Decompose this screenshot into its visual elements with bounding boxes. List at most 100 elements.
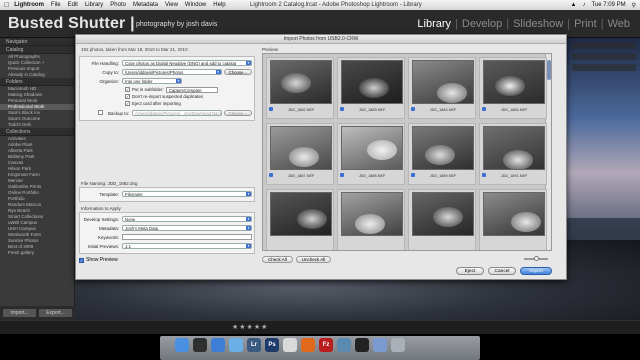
right-panel-row (572, 53, 636, 60)
backup-choose-button[interactable]: Choose... (223, 110, 252, 116)
chevron-down-icon: ▾ (246, 217, 251, 221)
menu-edit[interactable]: Edit (68, 2, 78, 8)
initial-previews-select[interactable]: ▾ 1:1 (122, 243, 252, 249)
preview-icon[interactable] (283, 338, 297, 352)
pet-photo-subject (503, 150, 533, 169)
copy-to-choose-button[interactable]: Choose... (223, 69, 252, 75)
dialog-title: Import Photos from USB2.0-CRW (76, 35, 566, 44)
volume-icon[interactable]: ♪ (582, 2, 585, 8)
photo-thumbnail (483, 126, 545, 170)
module-library[interactable]: Library (413, 18, 455, 30)
organize-label: Organize: (99, 78, 119, 84)
template-select[interactable]: ▾ Filename (122, 191, 252, 197)
filezilla-icon[interactable]: Fz (319, 338, 333, 352)
preview-thumbnail-cell[interactable]: JDD_1889.NEF (408, 123, 476, 185)
file-handling-value: Copy photos as Digital Negative (DNG) an… (125, 61, 237, 66)
cancel-button[interactable]: Cancel (488, 267, 516, 275)
preview-thumbnail-cell[interactable]: JDD_1882.NEF (266, 57, 334, 119)
app-icon[interactable] (373, 338, 387, 352)
export-button[interactable]: Export... (39, 309, 72, 317)
file-naming-label: File Naming: JDD_1882.dng (81, 181, 138, 186)
module-print[interactable]: Print (570, 18, 601, 30)
menu-file[interactable]: File (51, 2, 61, 8)
preview-thumbnail-cell[interactable]: JDD_1891.NEF (479, 123, 547, 185)
window-title: Lightroom 2 Catalog.lrcat - Adobe Photos… (250, 2, 422, 8)
thumbnail-filename: JDD_1883.NEF (358, 108, 386, 112)
navigator-header[interactable]: Navigator (0, 38, 74, 46)
dont-reimport-checkbox[interactable]: ✓ (125, 94, 130, 99)
file-handling-select[interactable]: ▾ Copy photos as Digital Negative (DNG) a… (122, 60, 252, 66)
import-button[interactable]: Import... (3, 309, 36, 317)
uncheck-all-button[interactable]: Uncheck All (295, 256, 332, 263)
develop-settings-label: Develop Settings: (83, 216, 119, 222)
module-web[interactable]: Web (604, 18, 634, 30)
preview-thumbnail-cell[interactable] (479, 189, 547, 250)
menu-window[interactable]: Window (185, 2, 206, 8)
menu-help[interactable]: Help (213, 2, 225, 8)
preview-thumbnail-cell[interactable] (337, 189, 405, 250)
firefox-icon[interactable] (301, 338, 315, 352)
iphoto-icon[interactable] (337, 338, 351, 352)
clock[interactable]: Tue 7:09 PM (591, 2, 625, 8)
safari-icon[interactable] (211, 338, 225, 352)
photoshop-icon[interactable]: Ps (265, 338, 279, 352)
menu-photo[interactable]: Photo (110, 2, 126, 8)
preview-thumbnail-cell[interactable]: JDD_1883.NEF (337, 57, 405, 119)
module-slideshow[interactable]: Slideshow (509, 18, 567, 30)
apple-menu-icon[interactable]:  (4, 2, 9, 9)
scrollbar-thumb[interactable] (547, 60, 551, 80)
eject-button[interactable]: Eject (456, 267, 484, 275)
preview-thumbnail-cell[interactable]: JDD_1885.NEF (479, 57, 547, 119)
preview-thumbnail-cell[interactable] (266, 189, 334, 250)
put-in-subfolder-checkbox[interactable]: ✓ (125, 87, 130, 92)
info-to-apply-box: Develop Settings: ▾ None Metadata: ▾ Josh'… (79, 212, 255, 254)
menu-view[interactable]: View (165, 2, 178, 8)
metadata-value: Josh's Meta Data (125, 226, 159, 231)
import-dialog-button[interactable]: Import (520, 267, 552, 275)
folders-header[interactable]: Folders (0, 78, 74, 86)
organize-select[interactable]: ▾ Into one folder (122, 78, 182, 84)
slider-knob[interactable] (534, 256, 539, 261)
trash-icon[interactable] (391, 338, 405, 352)
file-handling-box: File Handling: ▾ Copy photos as Digital N… (79, 56, 255, 121)
preview-thumbnail-cell[interactable]: JDD_1884.NEF (408, 57, 476, 119)
spotlight-icon[interactable]: ⚲ (632, 2, 636, 9)
menu-metadata[interactable]: Metadata (133, 2, 158, 8)
lightroom-icon[interactable]: Lr (247, 338, 261, 352)
copy-to-select[interactable]: ▾ /Users/jddavis/Pictures/Photos (122, 69, 222, 75)
collections-header[interactable]: Collections (0, 128, 74, 136)
terminal-icon[interactable] (355, 338, 369, 352)
initial-previews-value: 1:1 (125, 244, 131, 249)
wifi-icon[interactable]: ▲ (571, 2, 577, 8)
preview-thumbnail-cell[interactable]: JDD_1888.NEF (337, 123, 405, 185)
show-preview-checkbox[interactable]: ✓ (79, 257, 84, 263)
thumbnail-size-slider[interactable] (524, 256, 548, 261)
preview-thumbnail-cell[interactable]: JDD_1887.NEF (266, 123, 334, 185)
rating-stars[interactable]: ★★★★★ (232, 323, 268, 331)
collection-item[interactable]: Fresh gallery (0, 250, 74, 256)
itunes-icon[interactable] (229, 338, 243, 352)
photo-thumbnail (270, 126, 332, 170)
pet-photo-subject (511, 212, 541, 232)
finder-icon[interactable] (175, 338, 189, 352)
check-all-button[interactable]: Check All (262, 256, 293, 263)
show-preview-toggle[interactable]: ✓ Show Preview (79, 257, 118, 263)
chevron-down-icon: ▾ (246, 244, 251, 248)
keywords-input[interactable] (122, 234, 252, 240)
module-develop[interactable]: Develop (458, 18, 506, 30)
preview-thumbnail-cell[interactable] (408, 189, 476, 250)
chevron-down-icon: ▾ (246, 226, 251, 230)
backup-to-path: /Users/jddavis/Pictures/...ons/Download … (132, 110, 222, 116)
backup-to-checkbox[interactable] (98, 110, 103, 115)
subfolder-name-input[interactable]: CaptureCompare (165, 86, 218, 93)
menu-library[interactable]: Library (85, 2, 103, 8)
menu-app[interactable]: Lightroom (14, 2, 44, 8)
catalog-header[interactable]: Catalog (0, 46, 74, 54)
eject-card-checkbox[interactable]: ✓ (125, 101, 130, 106)
template-label: Template: (99, 191, 119, 197)
dashboard-icon[interactable] (193, 338, 207, 352)
pet-photo-subject (297, 209, 327, 229)
preview-panel: Preview JDD_1882.NEF JDD_1883.NEF JDD_1884… (262, 47, 564, 263)
metadata-select[interactable]: ▾ Josh's Meta Data (122, 225, 252, 231)
develop-settings-select[interactable]: ▾ None (122, 216, 252, 222)
